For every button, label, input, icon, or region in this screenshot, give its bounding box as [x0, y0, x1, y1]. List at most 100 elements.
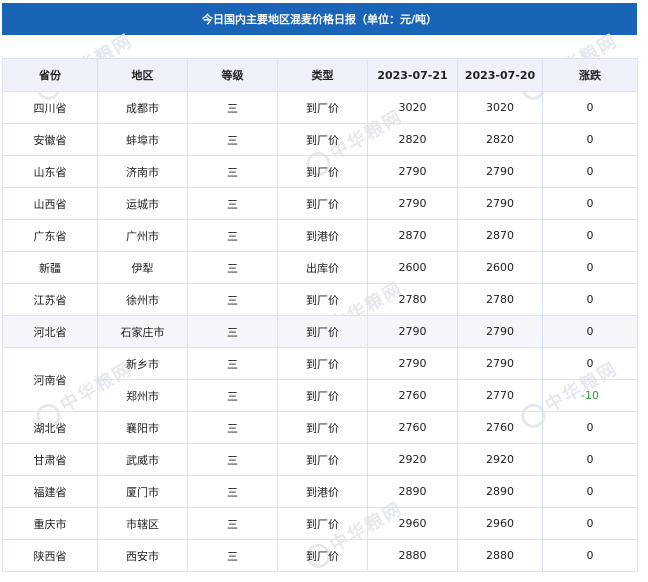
change-cell: 0: [542, 411, 638, 444]
province-cell: 甘肃省: [2, 443, 98, 476]
price-table: 省份 地区 等级 类型 2023-07-21 2023-07-20 涨跌 四川省…: [2, 58, 638, 572]
change-cell: 0: [542, 91, 638, 124]
price-0720-cell: 2790: [457, 155, 543, 188]
region-cell: 运城市: [97, 187, 188, 220]
province-cell: 陕西省: [2, 539, 98, 572]
price-0720-cell: 2790: [457, 347, 543, 380]
price-0720-cell: 2890: [457, 475, 543, 508]
grade-cell: 三: [187, 251, 278, 284]
price-0721-cell: 2790: [367, 347, 458, 380]
region-cell: 武威市: [97, 443, 188, 476]
change-cell: 0: [542, 539, 638, 572]
grade-cell: 三: [187, 155, 278, 188]
table-row: 安徽省 蚌埠市 三 到厂价 2820 2820 0: [2, 123, 638, 156]
table-row: 山西省 运城市 三 到厂价 2790 2790 0: [2, 187, 638, 220]
column-header-type: 类型: [277, 58, 368, 92]
grade-cell: 三: [187, 283, 278, 316]
table-row: 广东省 广州市 三 到港价 2870 2870 0: [2, 219, 638, 252]
province-cell: 山东省: [2, 155, 98, 188]
change-cell: 0: [542, 315, 638, 348]
table-row: 甘肃省 武威市 三 到厂价 2920 2920 0: [2, 443, 638, 476]
change-cell: 0: [542, 507, 638, 540]
price-0721-cell: 2760: [367, 411, 458, 444]
type-cell: 到厂价: [277, 443, 368, 476]
grade-cell: 三: [187, 539, 278, 572]
province-cell: 四川省: [2, 91, 98, 124]
column-header-change: 涨跌: [542, 58, 638, 92]
table-row: 陕西省 西安市 三 到厂价 2880 2880 0: [2, 539, 638, 572]
type-cell: 到厂价: [277, 507, 368, 540]
price-0721-cell: 2870: [367, 219, 458, 252]
price-0721-cell: 2780: [367, 283, 458, 316]
type-cell: 出库价: [277, 251, 368, 284]
price-0720-cell: 2820: [457, 123, 543, 156]
price-0721-cell: 2960: [367, 507, 458, 540]
grade-cell: 三: [187, 443, 278, 476]
type-cell: 到厂价: [277, 315, 368, 348]
change-cell: 0: [542, 123, 638, 156]
table-row: 江苏省 徐州市 三 到厂价 2780 2780 0: [2, 283, 638, 316]
price-0721-cell: 2790: [367, 187, 458, 220]
price-0721-cell: 2890: [367, 475, 458, 508]
type-cell: 到厂价: [277, 539, 368, 572]
table-row: 福建省 厦门市 三 到港价 2890 2890 0: [2, 475, 638, 508]
column-header-date-0721: 2023-07-21: [367, 58, 458, 92]
report-title: 今日国内主要地区混麦价格日报（单位：元/吨）: [2, 3, 637, 35]
price-0720-cell: 2600: [457, 251, 543, 284]
column-header-grade: 等级: [187, 58, 278, 92]
price-0721-cell: 2920: [367, 443, 458, 476]
province-cell: 福建省: [2, 475, 98, 508]
grade-cell: 三: [187, 347, 278, 380]
grade-cell: 三: [187, 475, 278, 508]
region-cell: 成都市: [97, 91, 188, 124]
type-cell: 到港价: [277, 475, 368, 508]
province-cell: 广东省: [2, 219, 98, 252]
region-cell: 济南市: [97, 155, 188, 188]
price-0721-cell: 2880: [367, 539, 458, 572]
price-0721-cell: 2600: [367, 251, 458, 284]
price-0720-cell: 2920: [457, 443, 543, 476]
change-cell: -10: [542, 379, 638, 412]
province-cell: 山西省: [2, 187, 98, 220]
column-header-province: 省份: [2, 58, 98, 92]
table-header-row: 省份 地区 等级 类型 2023-07-21 2023-07-20 涨跌: [2, 58, 638, 92]
grade-cell: 三: [187, 411, 278, 444]
grade-cell: 三: [187, 507, 278, 540]
type-cell: 到厂价: [277, 91, 368, 124]
price-0720-cell: 2790: [457, 315, 543, 348]
price-0721-cell: 2820: [367, 123, 458, 156]
province-cell: 重庆市: [2, 507, 98, 540]
table-row: 重庆市 市辖区 三 到厂价 2960 2960 0: [2, 507, 638, 540]
region-cell: 西安市: [97, 539, 188, 572]
price-0721-cell: 2790: [367, 315, 458, 348]
region-cell: 伊犁: [97, 251, 188, 284]
price-0721-cell: 3020: [367, 91, 458, 124]
change-cell: 0: [542, 155, 638, 188]
type-cell: 到厂价: [277, 187, 368, 220]
price-0720-cell: 3020: [457, 91, 543, 124]
grade-cell: 三: [187, 379, 278, 412]
province-cell: 湖北省: [2, 411, 98, 444]
table-row: 郑州市 三 到厂价 2760 2770 -10: [3, 379, 638, 412]
province-cell: 江苏省: [2, 283, 98, 316]
grade-cell: 三: [187, 91, 278, 124]
price-0720-cell: 2770: [457, 379, 543, 412]
type-cell: 到厂价: [277, 379, 368, 412]
region-cell: 市辖区: [97, 507, 188, 540]
change-cell: 0: [542, 251, 638, 284]
price-0721-cell: 2790: [367, 155, 458, 188]
price-0720-cell: 2960: [457, 507, 543, 540]
type-cell: 到厂价: [277, 283, 368, 316]
change-cell: 0: [542, 475, 638, 508]
table-row: 新疆 伊犁 三 出库价 2600 2600 0: [2, 251, 638, 284]
price-0720-cell: 2760: [457, 411, 543, 444]
table-row: 山东省 济南市 三 到厂价 2790 2790 0: [2, 155, 638, 188]
column-header-date-0720: 2023-07-20: [457, 58, 543, 92]
province-cell: 安徽省: [2, 123, 98, 156]
province-cell: 河南省: [2, 347, 98, 412]
region-cell: 襄阳市: [97, 411, 188, 444]
region-cell: 广州市: [97, 219, 188, 252]
region-cell: 新乡市: [97, 347, 188, 380]
type-cell: 到厂价: [277, 347, 368, 380]
table-row: 河南省 新乡市 三 到厂价 2790 2790 0: [2, 347, 638, 412]
